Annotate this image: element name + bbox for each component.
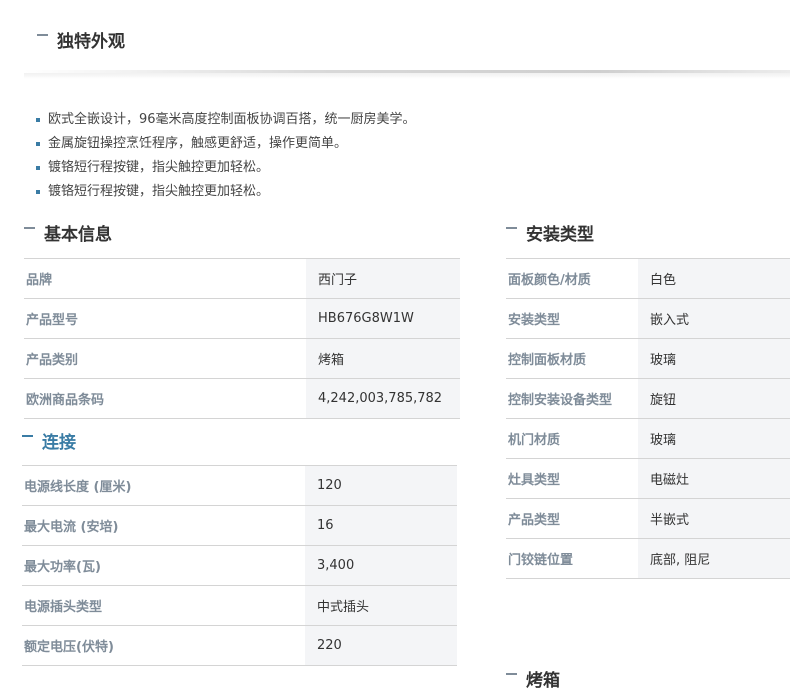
title-dash-icon bbox=[24, 226, 35, 229]
feature-text: 镀铬短行程按键，指尖触控更加轻松。 bbox=[48, 160, 270, 175]
section-title-installation: 安装类型 bbox=[506, 220, 594, 245]
title-dash-icon bbox=[22, 434, 33, 437]
table-row: 灶具类型 电磁灶 bbox=[506, 458, 790, 499]
spec-label: 电源线长度 (厘米) bbox=[22, 465, 305, 506]
table-row: 控制面板材质 玻璃 bbox=[506, 338, 790, 379]
spec-value: 烤箱 bbox=[306, 338, 460, 379]
spec-value: 白色 bbox=[638, 258, 790, 299]
table-row: 产品类别 烤箱 bbox=[24, 338, 460, 379]
table-row: 电源线长度 (厘米) 120 bbox=[22, 465, 457, 506]
spec-value: 旋钮 bbox=[638, 378, 790, 419]
section-title-connection: 连接 bbox=[22, 428, 76, 453]
feature-item: 镀铬短行程按键，指尖触控更加轻松。 bbox=[36, 180, 416, 204]
spec-label: 欧洲商品条码 bbox=[24, 378, 306, 419]
feature-text: 镀铬短行程按键，指尖触控更加轻松。 bbox=[48, 184, 270, 199]
spec-label: 额定电压(伏特) bbox=[22, 625, 305, 666]
table-row: 安装类型 嵌入式 bbox=[506, 298, 790, 339]
spec-value: 玻璃 bbox=[638, 338, 790, 379]
spec-value: 120 bbox=[305, 465, 457, 506]
section-title-basic-info: 基本信息 bbox=[24, 220, 112, 245]
table-row: 电源插头类型 中式插头 bbox=[22, 585, 457, 626]
spec-value: 嵌入式 bbox=[638, 298, 790, 339]
table-row: 门铰链位置 底部, 阻尼 bbox=[506, 538, 790, 579]
spec-value: 3,400 bbox=[305, 545, 457, 586]
table-row: 机门材质 玻璃 bbox=[506, 418, 790, 459]
section-title-unique-look: 独特外观 bbox=[37, 27, 125, 52]
spec-label: 产品类型 bbox=[506, 498, 638, 539]
bullet-icon bbox=[36, 118, 40, 122]
spec-value: 底部, 阻尼 bbox=[638, 538, 790, 579]
bullet-icon bbox=[36, 142, 40, 146]
feature-list: 欧式全嵌设计，96毫米高度控制面板协调百搭，统一厨房美学。 金属旋钮操控烹饪程序… bbox=[36, 108, 416, 204]
feature-text: 金属旋钮操控烹饪程序，触感更舒适，操作更简单。 bbox=[48, 136, 348, 151]
spec-label: 面板颜色/材质 bbox=[506, 258, 638, 299]
bullet-icon bbox=[36, 166, 40, 170]
connection-table: 电源线长度 (厘米) 120 最大电流 (安培) 16 最大功率(瓦) 3,40… bbox=[22, 465, 457, 666]
spec-label: 产品类别 bbox=[24, 338, 306, 379]
installation-table: 面板颜色/材质 白色 安装类型 嵌入式 控制面板材质 玻璃 控制安装设备类型 旋… bbox=[506, 258, 790, 579]
spec-value: 玻璃 bbox=[638, 418, 790, 459]
spec-value: 电磁灶 bbox=[638, 458, 790, 499]
section-title-oven: 烤箱 bbox=[506, 666, 560, 691]
spec-label: 安装类型 bbox=[506, 298, 638, 339]
section-title-text: 独特外观 bbox=[57, 32, 125, 52]
title-dash-icon bbox=[506, 672, 517, 675]
title-dash-icon bbox=[37, 33, 48, 36]
spec-label: 电源插头类型 bbox=[22, 585, 305, 626]
spec-value: HB676G8W1W bbox=[306, 298, 460, 339]
table-row: 控制安装设备类型 旋钮 bbox=[506, 378, 790, 419]
feature-item: 镀铬短行程按键，指尖触控更加轻松。 bbox=[36, 156, 416, 180]
spec-label: 品牌 bbox=[24, 258, 306, 299]
section-title-text: 安装类型 bbox=[526, 225, 594, 245]
table-row: 额定电压(伏特) 220 bbox=[22, 625, 457, 666]
feature-item: 金属旋钮操控烹饪程序，触感更舒适，操作更简单。 bbox=[36, 132, 416, 156]
table-row: 欧洲商品条码 4,242,003,785,782 bbox=[24, 378, 460, 419]
spec-label: 灶具类型 bbox=[506, 458, 638, 499]
spec-label: 控制安装设备类型 bbox=[506, 378, 638, 419]
spec-label: 门铰链位置 bbox=[506, 538, 638, 579]
spec-value: 半嵌式 bbox=[638, 498, 790, 539]
spec-value: 4,242,003,785,782 bbox=[306, 378, 460, 419]
spec-value: 220 bbox=[305, 625, 457, 666]
spec-label: 最大功率(瓦) bbox=[22, 545, 305, 586]
spec-value: 16 bbox=[305, 505, 457, 546]
section-divider bbox=[24, 70, 790, 79]
spec-label: 产品型号 bbox=[24, 298, 306, 339]
bullet-icon bbox=[36, 190, 40, 194]
section-title-text: 烤箱 bbox=[526, 671, 560, 691]
spec-value: 中式插头 bbox=[305, 585, 457, 626]
table-row: 产品型号 HB676G8W1W bbox=[24, 298, 460, 339]
table-row: 最大功率(瓦) 3,400 bbox=[22, 545, 457, 586]
table-row: 品牌 西门子 bbox=[24, 258, 460, 299]
spec-value: 西门子 bbox=[306, 258, 460, 299]
spec-label: 控制面板材质 bbox=[506, 338, 638, 379]
section-title-text: 连接 bbox=[42, 433, 76, 453]
feature-text: 欧式全嵌设计，96毫米高度控制面板协调百搭，统一厨房美学。 bbox=[48, 112, 416, 127]
spec-label: 最大电流 (安培) bbox=[22, 505, 305, 546]
feature-item: 欧式全嵌设计，96毫米高度控制面板协调百搭，统一厨房美学。 bbox=[36, 108, 416, 132]
title-dash-icon bbox=[506, 226, 517, 229]
table-row: 面板颜色/材质 白色 bbox=[506, 258, 790, 299]
basic-info-table: 品牌 西门子 产品型号 HB676G8W1W 产品类别 烤箱 欧洲商品条码 4,… bbox=[24, 258, 460, 419]
table-row: 最大电流 (安培) 16 bbox=[22, 505, 457, 546]
section-title-text: 基本信息 bbox=[44, 225, 112, 245]
spec-label: 机门材质 bbox=[506, 418, 638, 459]
table-row: 产品类型 半嵌式 bbox=[506, 498, 790, 539]
